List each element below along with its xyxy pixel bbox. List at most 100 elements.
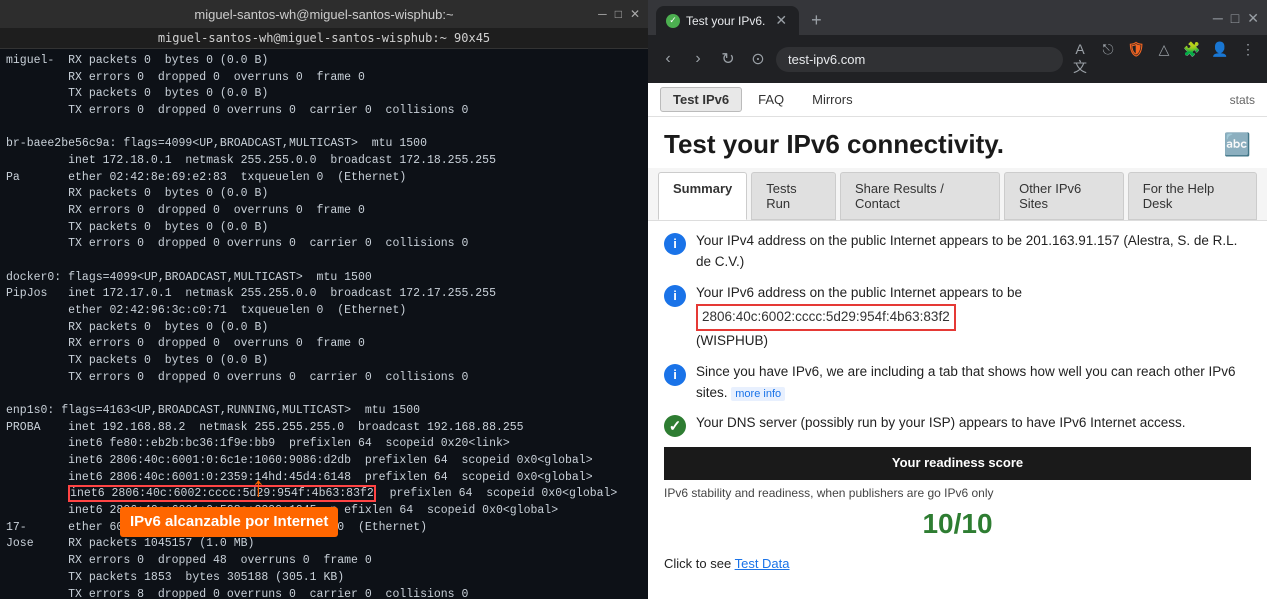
term-line — [6, 386, 642, 403]
term-line: RX packets 0 bytes 0 (0.0 B) — [6, 186, 642, 203]
term-line: br-baee2be56c9a: flags=4099<UP,BROADCAST… — [6, 136, 642, 153]
site-nav-stats[interactable]: stats — [1230, 93, 1255, 107]
ipv6-arrow-label: IPv6 alcanzable por Internet — [120, 507, 338, 537]
term-line: TX packets 0 bytes 0 (0.0 B) — [6, 86, 642, 103]
new-tab-button[interactable]: + — [803, 6, 830, 35]
more-info-link[interactable]: more info — [731, 387, 785, 401]
website-content: Test IPv6 FAQ Mirrors stats Test your IP… — [648, 83, 1267, 599]
term-line: inet 172.18.0.1 netmask 255.255.0.0 broa… — [6, 153, 642, 170]
wallet-icon[interactable]: △ — [1153, 41, 1175, 77]
arrow-up-icon: ↑ — [250, 470, 267, 511]
ipv6-info-row: i Your IPv6 address on the public Intern… — [664, 283, 1251, 352]
readiness-score-label: Your readiness score — [892, 455, 1023, 470]
share-icon[interactable]: ⎋ — [1097, 41, 1119, 77]
term-line: docker0: flags=4099<UP,BROADCAST,MULTICA… — [6, 270, 642, 287]
term-line: RX errors 0 dropped 0 overruns 0 frame 0 — [6, 203, 642, 220]
content-tabs: Summary Tests Run Share Results / Contac… — [648, 168, 1267, 221]
browser-chrome-bar: ✓ Test your IPv6. ✕ + ─ □ ✕ — [648, 0, 1267, 35]
test-data-row: Click to see Test Data — [664, 554, 1251, 574]
term-line: TX errors 0 dropped 0 overruns 0 carrier… — [6, 103, 642, 120]
ipv6-tab-info-text: Since you have IPv6, we are including a … — [696, 362, 1251, 404]
term-line-highlighted: inet6 2806:40c:6002:cccc:5d29:954f:4b63:… — [6, 486, 642, 503]
terminal-titlebar: miguel-santos-wh@miguel-santos-wisphub:~… — [0, 0, 648, 28]
profile-icon[interactable]: 👤 — [1209, 41, 1231, 77]
info-icon-ipv4: i — [664, 233, 686, 255]
site-nav-tab-mirrors[interactable]: Mirrors — [800, 88, 864, 111]
tab-favicon: ✓ — [666, 14, 680, 28]
menu-button[interactable]: ⋮ — [1237, 41, 1259, 77]
extensions-icon[interactable]: 🧩 — [1181, 41, 1203, 77]
dns-info-text: Your DNS server (possibly run by your IS… — [696, 413, 1251, 434]
browser-toolbar: ‹ › ↻ ⊙ A文 ⎋ 🛡 △ 🧩 👤 ⋮ — [648, 35, 1267, 83]
site-header: Test your IPv6 connectivity. 🔤 — [648, 117, 1267, 168]
term-line: enp1s0: flags=4163<UP,BROADCAST,RUNNING,… — [6, 403, 642, 420]
term-line — [6, 120, 642, 137]
term-line: Pa ether 02:42:8e:69:e2:83 txqueuelen 0 … — [6, 170, 642, 187]
term-line: PipJos inet 172.17.0.1 netmask 255.255.0… — [6, 286, 642, 303]
terminal-title: miguel-santos-wh@miguel-santos-wisphub:~ — [194, 7, 453, 22]
readiness-sub-text: IPv6 stability and readiness, when publi… — [664, 484, 1251, 503]
tab-other-ipv6-sites[interactable]: Other IPv6 Sites — [1004, 172, 1124, 220]
term-line: ether 02:42:96:3c:c0:71 txqueuelen 0 (Et… — [6, 303, 642, 320]
score-display: 10/10 — [664, 502, 1251, 545]
tab-share-results[interactable]: Share Results / Contact — [840, 172, 1000, 220]
brave-shield-icon[interactable]: 🛡 — [1125, 41, 1147, 77]
ipv6-address-box: 2806:40c:6002:cccc:5d29:954f:4b63:83f2 — [696, 304, 956, 331]
term-line: Jose RX packets 1045157 (1.0 MB) — [6, 536, 642, 553]
content-body: i Your IPv4 address on the public Intern… — [648, 221, 1267, 599]
ipv6-tab-info-row: i Since you have IPv6, we are including … — [664, 362, 1251, 404]
home-button[interactable]: ⊙ — [746, 49, 770, 69]
maximize-button[interactable]: □ — [615, 7, 622, 21]
site-nav-tab-testipv6[interactable]: Test IPv6 — [660, 87, 742, 112]
term-line: RX errors 0 dropped 0 overruns 0 frame 0 — [6, 336, 642, 353]
browser-pane: ✓ Test your IPv6. ✕ + ─ □ ✕ ‹ › ↻ ⊙ A文 ⎋… — [648, 0, 1267, 599]
term-line: miguel- RX packets 0 bytes 0 (0.0 B) — [6, 53, 642, 70]
term-line: TX packets 0 bytes 0 (0.0 B) — [6, 353, 642, 370]
term-line: inet6 2806:40c:6001:0:2359:14hd:45d4:614… — [6, 470, 642, 487]
chrome-window-controls: ─ □ ✕ — [1213, 10, 1259, 31]
tab-tests-run[interactable]: Tests Run — [751, 172, 836, 220]
dns-info-row: ✓ Your DNS server (possibly run by your … — [664, 413, 1251, 437]
address-bar[interactable] — [776, 47, 1063, 72]
translate-icon[interactable]: A文 — [1069, 41, 1091, 77]
forward-button[interactable]: › — [686, 50, 710, 68]
readiness-score-bar: Your readiness score — [664, 447, 1251, 479]
term-line — [6, 253, 642, 270]
term-line: TX errors 8 dropped 0 overruns 0 carrier… — [6, 587, 642, 599]
info-icon-tab: i — [664, 364, 686, 386]
term-line: inet6 fe80::eb2b:bc36:1f9e:bb9 prefixlen… — [6, 436, 642, 453]
info-icon-dns: ✓ — [664, 415, 686, 437]
tab-for-help-desk[interactable]: For the Help Desk — [1128, 172, 1257, 220]
term-line: PROBA inet 192.168.88.2 netmask 255.255.… — [6, 420, 642, 437]
reload-button[interactable]: ↻ — [716, 49, 740, 69]
ipv6-info-text: Your IPv6 address on the public Internet… — [696, 283, 1251, 352]
site-nav: Test IPv6 FAQ Mirrors stats — [648, 83, 1267, 117]
tab-summary[interactable]: Summary — [658, 172, 747, 220]
test-data-link[interactable]: Test Data — [735, 556, 790, 571]
term-line: RX errors 0 dropped 48 overruns 0 frame … — [6, 553, 642, 570]
back-button[interactable]: ‹ — [656, 50, 680, 68]
terminal-pane: miguel-santos-wh@miguel-santos-wisphub:~… — [0, 0, 648, 599]
term-line: TX errors 0 dropped 0 overruns 0 carrier… — [6, 370, 642, 387]
ipv4-info-text: Your IPv4 address on the public Internet… — [696, 231, 1251, 273]
site-nav-tab-faq[interactable]: FAQ — [746, 88, 796, 111]
term-line: TX packets 0 bytes 0 (0.0 B) — [6, 220, 642, 237]
translate-icon[interactable]: 🔤 — [1224, 132, 1251, 158]
term-line: RX packets 0 bytes 0 (0.0 B) — [6, 320, 642, 337]
minimize-button[interactable]: ─ — [598, 7, 607, 21]
term-line: RX errors 0 dropped 0 overruns 0 frame 0 — [6, 70, 642, 87]
chrome-maximize-button[interactable]: □ — [1231, 10, 1239, 27]
terminal-subtitle: miguel-santos-wh@miguel-santos-wisphub:~… — [0, 28, 648, 49]
close-button[interactable]: ✕ — [630, 7, 640, 21]
toolbar-icons: A文 ⎋ 🛡 △ 🧩 👤 ⋮ — [1069, 41, 1259, 77]
tab-title: Test your IPv6. — [686, 14, 765, 28]
term-line: TX errors 0 dropped 0 overruns 0 carrier… — [6, 236, 642, 253]
term-line: TX packets 1853 bytes 305188 (305.1 KB) — [6, 570, 642, 587]
ipv4-info-row: i Your IPv4 address on the public Intern… — [664, 231, 1251, 273]
tab-close-button[interactable]: ✕ — [775, 12, 787, 29]
chrome-close-button[interactable]: ✕ — [1247, 10, 1259, 27]
site-title: Test your IPv6 connectivity. — [664, 129, 1004, 160]
browser-tab[interactable]: ✓ Test your IPv6. ✕ — [656, 6, 799, 35]
term-line: inet6 2806:40c:6001:0:6c1e:1060:9086:d2d… — [6, 453, 642, 470]
chrome-minimize-button[interactable]: ─ — [1213, 10, 1223, 27]
